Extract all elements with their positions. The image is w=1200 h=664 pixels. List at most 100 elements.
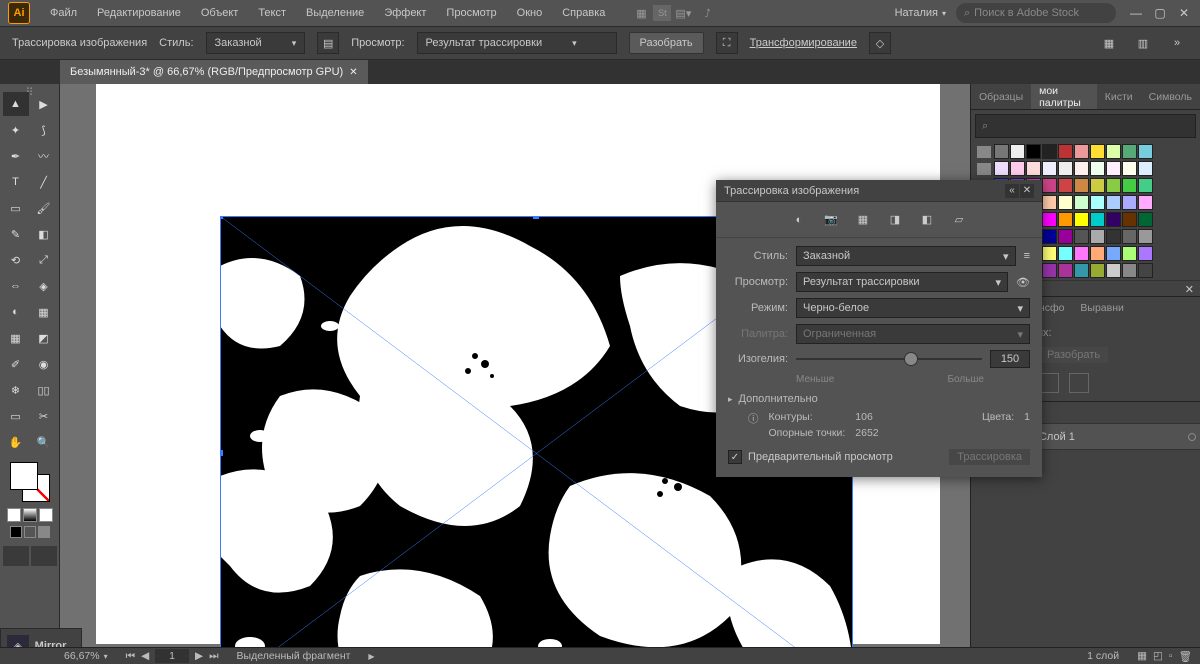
next-icon[interactable]: ▶ [195,650,203,662]
swatch[interactable] [1122,161,1137,176]
zoom-control[interactable]: 66,67%▾ [64,650,108,662]
gradient-mode[interactable] [23,508,37,522]
advanced-toggle[interactable]: ▸Дополнительно [728,393,1030,405]
draw-normal[interactable] [10,526,22,538]
gradient-tool[interactable]: ◩ [31,326,57,350]
collapse-dialog-icon[interactable]: « [1005,184,1019,198]
layer-target-icon[interactable] [1188,433,1196,441]
menu-file[interactable]: Файл [40,0,87,26]
bridge-icon[interactable]: ▦ [629,1,653,25]
menu-window[interactable]: Окно [507,0,553,26]
shaper-tool[interactable]: ✎ [3,222,29,246]
swatch[interactable] [1138,144,1153,159]
swatch[interactable] [1010,144,1025,159]
swatch[interactable] [1074,178,1089,193]
threshold-input[interactable]: 150 [990,350,1030,368]
selection-tool[interactable]: ▲ [3,92,29,116]
preview-checkbox[interactable]: ✓ [728,450,742,464]
color-mode[interactable] [7,508,21,522]
swatch[interactable] [1042,178,1057,193]
chevron-right-icon[interactable]: ▶ [368,652,374,661]
transform-icon[interactable]: ⛶ [716,32,738,54]
swatch[interactable] [1042,144,1057,159]
swatch[interactable] [1010,161,1025,176]
minimize-button[interactable]: — [1128,5,1144,21]
tab-brushes[interactable]: Кисти [1097,84,1141,109]
stock-icon[interactable]: St [653,5,671,21]
mesh-tool[interactable]: ▦ [3,326,29,350]
swatch[interactable] [1122,212,1137,227]
swatch[interactable] [1106,161,1121,176]
swatch[interactable] [1122,246,1137,261]
swatch[interactable] [1090,212,1105,227]
type-tool[interactable]: T [3,170,29,194]
menu-icon[interactable]: ≡ [1024,250,1030,262]
pathfinder-icon-5[interactable] [1039,373,1059,393]
swatch[interactable] [1106,246,1121,261]
swatch[interactable] [1138,178,1153,193]
swatch[interactable] [1058,178,1073,193]
panel-toggle-2-icon[interactable]: ▥ [1132,32,1154,54]
swatch[interactable] [1058,144,1073,159]
arrange-docs-icon[interactable]: ▤▾ [671,1,695,25]
stock-search-input[interactable]: ⌕ Поиск в Adobe Stock [956,3,1116,23]
tab-symbols[interactable]: Символь [1141,84,1200,109]
menu-help[interactable]: Справка [552,0,615,26]
swatch[interactable] [1074,246,1089,261]
swatch[interactable] [994,144,1009,159]
draw-behind[interactable] [24,526,36,538]
menu-type[interactable]: Текст [248,0,296,26]
rotate-tool[interactable]: ⟲ [3,248,29,272]
share-icon[interactable]: ⭜ [695,1,719,25]
menu-edit[interactable]: Редактирование [87,0,191,26]
scale-tool[interactable]: ⤢ [31,248,57,272]
close-dialog-icon[interactable]: ✕ [1020,184,1034,198]
menu-effect[interactable]: Эффект [374,0,436,26]
swatch[interactable] [1058,263,1073,278]
pen-tool[interactable]: ✒ [3,144,29,168]
swatch[interactable] [1106,263,1121,278]
swatch[interactable] [1074,144,1089,159]
slice-tool[interactable]: ✂ [31,404,57,428]
swatch[interactable] [1122,178,1137,193]
swatch[interactable] [1090,229,1105,244]
swatch[interactable] [1106,195,1121,210]
close-tab-icon[interactable]: ✕ [349,67,357,78]
swatch[interactable] [1122,195,1137,210]
menu-view[interactable]: Просмотр [436,0,506,26]
eraser-tool[interactable]: ◧ [31,222,57,246]
delete-layer-icon[interactable]: 🗑 [1179,650,1192,663]
swatch[interactable] [1058,212,1073,227]
swatch[interactable] [1074,212,1089,227]
layers-icon[interactable]: ▦ [1137,650,1147,663]
preset-6color-icon[interactable]: ◧ [916,209,938,231]
swatch[interactable] [1106,144,1121,159]
swatch[interactable] [1058,246,1073,261]
artboard-nav[interactable]: ⏮◀ 1 ▶⏭ [126,649,219,663]
swatch-search[interactable]: ⌕ [975,114,1196,138]
swatch[interactable] [1090,161,1105,176]
swatch[interactable] [1074,229,1089,244]
swatch[interactable] [1090,195,1105,210]
blend-tool[interactable]: ◉ [31,352,57,376]
tab-swatches[interactable]: Образцы [971,84,1031,109]
direct-selection-tool[interactable]: ▶ [31,92,57,116]
preset-photo-hi-icon[interactable]: 📷 [820,209,842,231]
swatch[interactable] [1138,229,1153,244]
perspective-tool[interactable]: ▦ [31,300,57,324]
mode-dropdown[interactable]: Черно-белое▾ [796,298,1030,318]
swatch[interactable] [1042,161,1057,176]
swatch[interactable] [1058,229,1073,244]
swatch[interactable] [1026,144,1041,159]
graph-tool[interactable]: ▯▯ [31,378,57,402]
document-tab[interactable]: Безымянный-3* @ 66,67% (RGB/Предпросмотр… [60,60,368,84]
swatch[interactable] [1090,144,1105,159]
swatch[interactable] [1042,195,1057,210]
swatch[interactable] [1122,144,1137,159]
maximize-button[interactable]: ▢ [1152,5,1168,21]
swatch[interactable] [1138,212,1153,227]
swatch[interactable] [1138,246,1153,261]
prev-icon[interactable]: ◀ [141,650,149,662]
swatch-menu-icon[interactable]: ✕ [1185,283,1194,294]
hand-tool[interactable]: ✋ [3,430,29,454]
